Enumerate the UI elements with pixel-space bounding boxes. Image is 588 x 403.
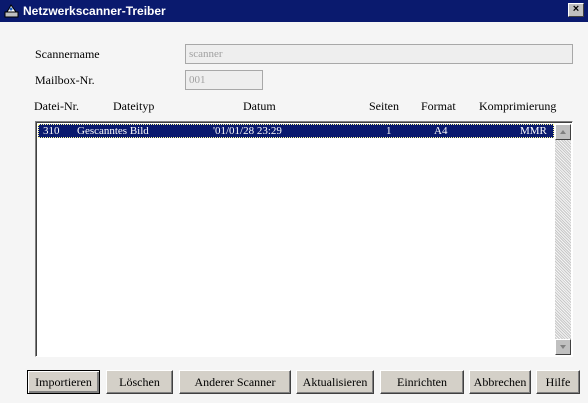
scanner-name-label: Scannername bbox=[35, 47, 100, 61]
scroll-down-icon bbox=[560, 345, 566, 349]
window-title: Netzwerkscanner-Treiber bbox=[23, 4, 166, 18]
close-icon: × bbox=[572, 3, 580, 15]
cancel-button[interactable]: Abbrechen bbox=[469, 370, 531, 394]
table-row[interactable]: 310 Gescanntes Bild '01/01/28 23:29 1 A4… bbox=[38, 124, 554, 138]
column-header-file-no[interactable]: Datei-Nr. bbox=[34, 99, 79, 113]
file-list[interactable]: 310 Gescanntes Bild '01/01/28 23:29 1 A4… bbox=[35, 121, 573, 357]
column-header-format[interactable]: Format bbox=[421, 99, 456, 113]
cell-compression: MMR bbox=[520, 125, 547, 137]
column-header-pages[interactable]: Seiten bbox=[369, 99, 399, 113]
other-scanner-button[interactable]: Anderer Scanner bbox=[179, 370, 291, 394]
scroll-up-icon bbox=[560, 130, 566, 134]
vertical-scrollbar[interactable] bbox=[555, 124, 571, 355]
setup-button[interactable]: Einrichten bbox=[380, 370, 464, 394]
column-header-date[interactable]: Datum bbox=[243, 99, 276, 113]
column-header-type[interactable]: Dateityp bbox=[113, 99, 154, 113]
cell-format: A4 bbox=[434, 125, 448, 137]
cell-type: Gescanntes Bild bbox=[77, 125, 149, 137]
delete-button[interactable]: Löschen bbox=[106, 370, 173, 394]
refresh-button[interactable]: Aktualisieren bbox=[296, 370, 374, 394]
help-button[interactable]: Hilfe bbox=[536, 370, 580, 394]
column-header-compression[interactable]: Komprimierung bbox=[479, 99, 556, 113]
scroll-up-button[interactable] bbox=[555, 124, 571, 140]
app-icon bbox=[4, 3, 20, 19]
scanner-name-field[interactable]: scanner bbox=[185, 44, 573, 64]
cell-file-no: 310 bbox=[43, 125, 60, 137]
title-bar: Netzwerkscanner-Treiber × bbox=[0, 0, 588, 22]
mailbox-label: Mailbox-Nr. bbox=[35, 73, 95, 87]
cell-date: '01/01/28 23:29 bbox=[213, 125, 282, 137]
mailbox-field[interactable]: 001 bbox=[185, 70, 263, 90]
close-button[interactable]: × bbox=[568, 3, 584, 17]
cell-pages: 1 bbox=[386, 125, 392, 137]
import-button[interactable]: Importieren bbox=[27, 370, 100, 394]
scroll-down-button[interactable] bbox=[555, 339, 571, 355]
